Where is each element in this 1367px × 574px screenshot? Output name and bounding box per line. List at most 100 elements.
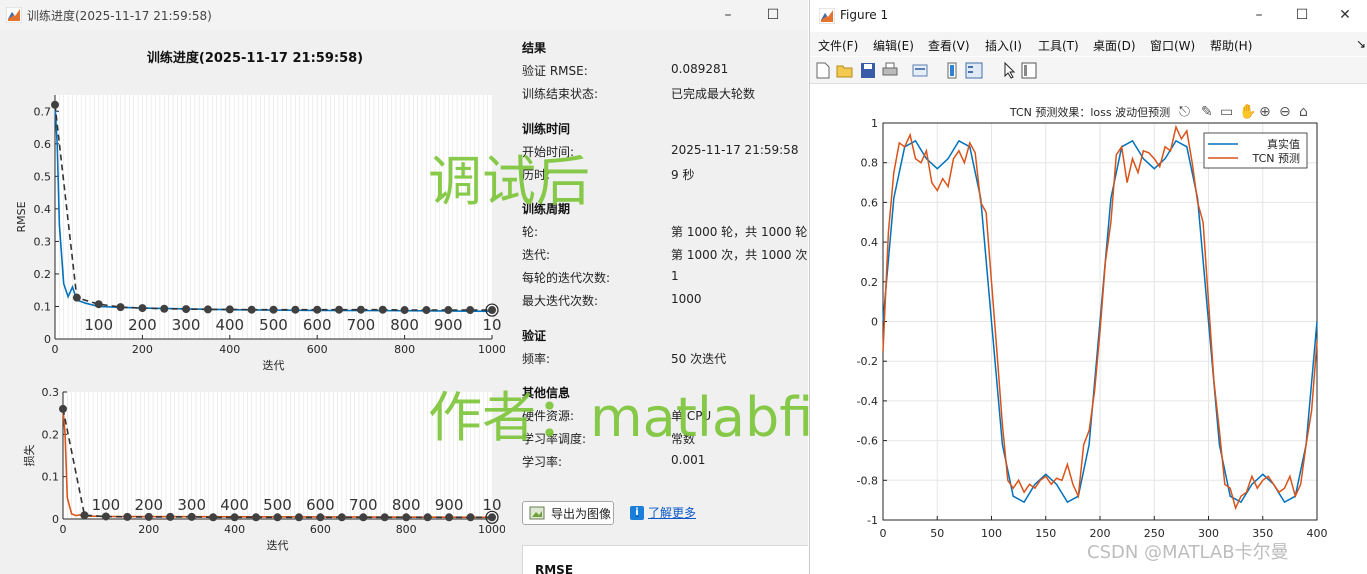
y-tick-label: 1 bbox=[871, 117, 878, 130]
validation-point bbox=[466, 513, 475, 522]
x-tick-label: 150 bbox=[1035, 527, 1056, 540]
validation-heading: 验证 bbox=[522, 329, 547, 343]
y-axis-label: 损失 bbox=[22, 445, 36, 467]
epoch-tick-label: 700 bbox=[349, 496, 378, 514]
export-image-button[interactable]: 导出为图像 bbox=[522, 501, 614, 525]
x-axis-label: 迭代 bbox=[267, 539, 289, 552]
validation-point bbox=[445, 513, 454, 522]
validation-point bbox=[59, 404, 67, 413]
info-label: 训练结束状态: bbox=[522, 87, 599, 101]
x-tick-label: 400 bbox=[224, 523, 245, 536]
learn-more-link[interactable]: i 了解更多 bbox=[630, 504, 696, 521]
y-tick-label: 0 bbox=[52, 513, 59, 526]
loss-chart: 0 200 400 600 800 1000 0 0.1 0.2 0.3 100 200 300 400 5… bbox=[22, 386, 506, 552]
info-value: 0.001 bbox=[671, 453, 706, 467]
time-heading: 训练时间 bbox=[522, 122, 571, 136]
validation-point bbox=[230, 513, 239, 522]
x-tick-label: 600 bbox=[310, 523, 331, 536]
info-value: 第 1000 轮，共 1000 轮 bbox=[671, 225, 808, 239]
epoch-tick-label: 300 bbox=[177, 496, 206, 514]
validation-point bbox=[252, 513, 261, 522]
export-image-label: 导出为图像 bbox=[551, 506, 612, 521]
tcn-prediction-chart: 0 50 100 150 200 250 300 350 400-1-0.8-0.6-0.4-0… bbox=[857, 105, 1328, 540]
validation-point bbox=[359, 513, 368, 522]
epoch-tick-label: 200 bbox=[134, 496, 163, 514]
learn-more-label: 了解更多 bbox=[648, 506, 697, 520]
x-tick-label: 100 bbox=[981, 527, 1002, 540]
chart-title: TCN 预测效果：loss 波动但预测 bbox=[1009, 105, 1170, 119]
validation-point bbox=[423, 513, 432, 522]
y-tick-label: 0.2 bbox=[42, 428, 60, 441]
validation-point bbox=[337, 513, 346, 522]
y-tick-label: -0.6 bbox=[857, 435, 878, 448]
y-tick-label: 0.2 bbox=[861, 276, 879, 289]
rmse-panel-label: RMSE bbox=[535, 563, 574, 574]
validation-point bbox=[187, 512, 196, 521]
rmse-panel: RMSE bbox=[522, 545, 808, 574]
y-tick-label: -0.4 bbox=[857, 395, 878, 408]
legend-entry: 真实值 bbox=[1267, 137, 1300, 151]
watermark-line1: 调试后 bbox=[428, 150, 590, 213]
validation-point bbox=[123, 512, 132, 521]
pan-icon[interactable]: ✋ bbox=[1239, 104, 1256, 120]
x-tick-label: 200 bbox=[138, 523, 159, 536]
x-tick-label: 800 bbox=[396, 523, 417, 536]
info-value: 1 bbox=[671, 269, 679, 283]
legend-entry: TCN 预测 bbox=[1252, 152, 1300, 165]
info-value: 2025-11-17 21:59:58 bbox=[671, 143, 799, 157]
validation-point bbox=[488, 513, 496, 522]
info-label: 最大迭代次数: bbox=[522, 294, 599, 308]
epoch-tick-label: 600 bbox=[306, 496, 335, 514]
results-heading: 结果 bbox=[522, 41, 547, 55]
x-tick-label: 0 bbox=[880, 527, 887, 540]
datatip-icon[interactable]: ▭ bbox=[1220, 104, 1233, 120]
csdn-watermark: CSDN @MATLAB卡尔曼 bbox=[1087, 542, 1289, 563]
x-tick-label: 1000 bbox=[478, 523, 506, 536]
epoch-tick-label: 800 bbox=[392, 496, 421, 514]
epoch-tick-label: 100 bbox=[92, 496, 121, 514]
info-label: 轮: bbox=[522, 225, 539, 239]
info-value: 0.089281 bbox=[671, 62, 729, 76]
y-tick-label: 0.3 bbox=[42, 386, 60, 399]
y-tick-label: 0.6 bbox=[861, 196, 879, 209]
export-image-icon bbox=[529, 506, 545, 520]
zoom-in-icon[interactable]: ⊕ bbox=[1259, 104, 1271, 120]
info-label: 学习率: bbox=[522, 455, 563, 469]
validation-point bbox=[144, 512, 153, 521]
info-value: 已完成最大轮数 bbox=[671, 87, 756, 101]
validation-point bbox=[294, 513, 303, 522]
maximize-button[interactable]: ☐ bbox=[760, 3, 786, 27]
info-value: 1000 bbox=[671, 292, 702, 306]
training-progress-window: 训练进度(2025-11-17 21:59:58) – ☐ 训练进度(2025-… bbox=[0, 0, 808, 574]
validation-point bbox=[166, 512, 175, 521]
y-tick-label: -0.2 bbox=[857, 355, 878, 368]
epoch-tick-label: 900 bbox=[435, 496, 464, 514]
x-tick-label: 400 bbox=[1307, 527, 1328, 540]
validation-point bbox=[402, 513, 411, 522]
epoch-tick-label: 500 bbox=[263, 496, 292, 514]
y-tick-label: -1 bbox=[867, 514, 878, 527]
info-label: 每轮的迭代次数: bbox=[522, 271, 611, 285]
validation-point bbox=[316, 513, 325, 522]
zoom-out-icon[interactable]: ⊖ bbox=[1279, 104, 1291, 120]
training-info-panel: 结果 验证 RMSE: 0.089281 训练结束状态: 已完成最大轮数 训练时… bbox=[505, 30, 808, 574]
y-tick-label: -0.8 bbox=[857, 474, 878, 487]
info-value: 9 秒 bbox=[671, 168, 695, 182]
info-value: 50 次迭代 bbox=[671, 352, 727, 366]
home-icon[interactable]: ⌂ bbox=[1299, 104, 1308, 120]
validation-point bbox=[273, 513, 282, 522]
info-label: 频率: bbox=[522, 352, 551, 366]
info-label: 迭代: bbox=[522, 248, 551, 262]
info-icon: i bbox=[630, 505, 644, 520]
validation-point bbox=[380, 513, 389, 522]
export-icon[interactable]: ⎋ bbox=[1179, 104, 1190, 120]
x-tick-label: 0 bbox=[60, 523, 67, 536]
validation-point bbox=[209, 513, 218, 522]
figure-window: Figure 1 – ☐ ✕ 文件(F) 编辑(E) 查看(V) 插入(I) 工… bbox=[809, 0, 1367, 574]
y-tick-label: 0 bbox=[871, 316, 878, 329]
info-value: 第 1000 次，共 1000 次 bbox=[671, 248, 808, 262]
brush-icon[interactable]: ✎ bbox=[1201, 104, 1213, 120]
y-tick-label: 0.1 bbox=[42, 471, 60, 484]
minimize-button[interactable]: – bbox=[715, 3, 741, 27]
info-label: 验证 RMSE: bbox=[522, 64, 588, 78]
